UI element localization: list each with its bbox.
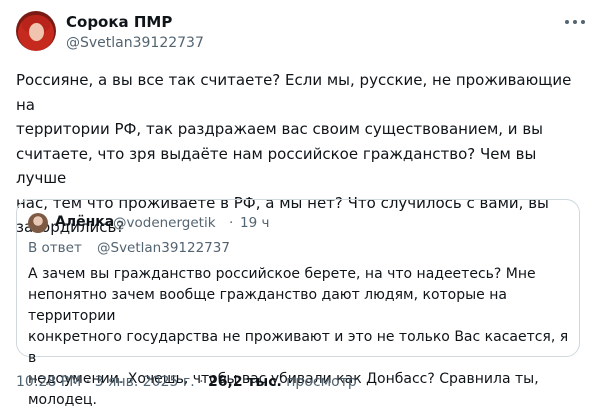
meta-separator: · bbox=[85, 374, 91, 390]
views-label: просмотр bbox=[286, 374, 357, 390]
tweet-date[interactable]: 3 янв. 2025 г. bbox=[95, 374, 195, 390]
tweet-time[interactable]: 10:28 PM bbox=[16, 374, 81, 390]
avatar-face bbox=[29, 23, 44, 41]
author-avatar[interactable] bbox=[16, 11, 56, 51]
quote-author-avatar bbox=[28, 213, 48, 233]
quote-separator: · bbox=[229, 215, 234, 231]
quote-reply-prefix: В ответ bbox=[28, 240, 82, 256]
more-icon[interactable] bbox=[565, 15, 585, 29]
tweet-meta: 10:28 PM · 3 янв. 2025 г. · 26,2 тыс. пр… bbox=[16, 374, 357, 390]
views-count[interactable]: 26,2 тыс. bbox=[208, 374, 282, 390]
quote-author-name: Алёнка bbox=[55, 214, 115, 230]
quote-reply-handle: @Svetlan39122737 bbox=[97, 240, 230, 256]
meta-separator-2: · bbox=[199, 374, 204, 390]
quote-author-handle: @vodenergetik bbox=[113, 215, 216, 231]
quote-tweet-card[interactable]: Алёнка @vodenergetik · 19 ч В ответ @Sve… bbox=[16, 199, 580, 408]
quote-time: 19 ч bbox=[240, 215, 270, 231]
author-name[interactable]: Сорока ПМР bbox=[66, 13, 172, 31]
author-handle[interactable]: @Svetlan39122737 bbox=[66, 35, 204, 51]
